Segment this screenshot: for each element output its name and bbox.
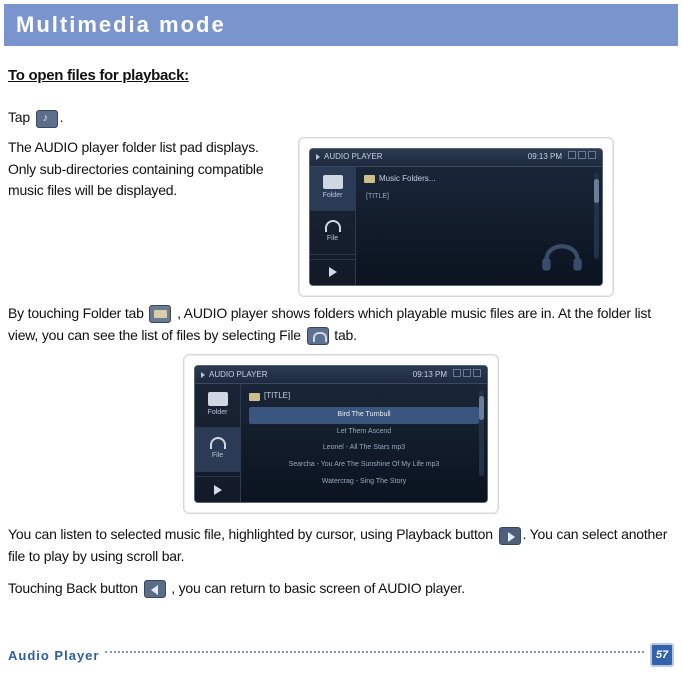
list-item[interactable]: Searcha - You Are The Sunshine Of My Lif… bbox=[249, 457, 479, 474]
folder-tab-pre: By touching Folder tab bbox=[8, 305, 147, 321]
screen-main: [TITLE] Bird The Turnbull Let Them Ascen… bbox=[241, 384, 487, 502]
scroll-thumb[interactable] bbox=[479, 396, 484, 420]
left-tab-column: Folder File bbox=[310, 167, 356, 285]
play-button[interactable] bbox=[195, 476, 240, 502]
folder-icon bbox=[149, 305, 171, 323]
list-item[interactable]: [TITLE] bbox=[364, 189, 594, 206]
play-indicator-icon bbox=[201, 372, 205, 378]
footer-section-label: Audio Player bbox=[8, 648, 99, 663]
play-icon bbox=[329, 267, 337, 277]
scrollbar[interactable] bbox=[594, 173, 599, 259]
list-heading-text: [TITLE] bbox=[264, 390, 290, 402]
section-subheading: To open files for playback: bbox=[8, 64, 674, 87]
tab-folder-label: Folder bbox=[208, 408, 228, 419]
music-icon bbox=[36, 110, 58, 128]
screen-topbar: AUDIO PLAYER 09:13 PM bbox=[195, 366, 487, 384]
tap-line: Tap . bbox=[8, 107, 674, 129]
time-label: 09:13 PM bbox=[413, 369, 447, 381]
content-area: To open files for playback: Tap . The AU… bbox=[0, 46, 682, 599]
folder-small-icon bbox=[364, 175, 375, 183]
list-heading: [TITLE] bbox=[249, 390, 479, 402]
back-paragraph: Touching Back button , you can return to… bbox=[8, 578, 674, 600]
page-title: Multimedia mode bbox=[16, 12, 666, 38]
list-item[interactable]: Watercrag - Sing The Story bbox=[249, 474, 479, 491]
page-number-badge: 57 bbox=[650, 643, 674, 667]
tab-file-label: File bbox=[212, 451, 223, 462]
play-icon bbox=[499, 527, 521, 545]
headphones-icon bbox=[307, 327, 329, 345]
tab-file[interactable]: File bbox=[195, 428, 240, 472]
folder-tab-post: tab. bbox=[334, 327, 357, 343]
list-item[interactable]: Bird The Turnbull bbox=[249, 407, 479, 424]
intro-text: The AUDIO player folder list pad display… bbox=[8, 137, 278, 297]
device-screenshot-2: AUDIO PLAYER 09:13 PM Folder File bbox=[183, 354, 499, 514]
status-icons bbox=[451, 369, 481, 381]
time-label: 09:13 PM bbox=[528, 151, 562, 163]
screen-topbar: AUDIO PLAYER 09:13 PM bbox=[310, 149, 602, 167]
left-tab-column: Folder File bbox=[195, 384, 241, 502]
tab-file-label: File bbox=[327, 234, 338, 245]
back-post: , you can return to basic screen of AUDI… bbox=[168, 580, 465, 596]
folder-tab-paragraph: By touching Folder tab , AUDIO player sh… bbox=[8, 303, 674, 346]
app-label: AUDIO PLAYER bbox=[324, 151, 383, 163]
tab-folder[interactable]: Folder bbox=[310, 167, 355, 211]
play-icon bbox=[214, 485, 222, 495]
screen-main: Music Folders... [TITLE] bbox=[356, 167, 602, 285]
list-item[interactable]: Let Them Ascend bbox=[249, 424, 479, 441]
tab-folder[interactable]: Folder bbox=[195, 384, 240, 428]
headphones-illustration bbox=[536, 227, 588, 279]
tab-folder-label: Folder bbox=[323, 191, 343, 202]
footer-leader-dots bbox=[105, 651, 644, 653]
status-icons bbox=[566, 151, 596, 163]
screenshot-2-wrapper: AUDIO PLAYER 09:13 PM Folder File bbox=[8, 354, 674, 514]
device-screenshot-1: AUDIO PLAYER 09:13 PM Folder File bbox=[298, 137, 614, 297]
list-item[interactable]: Leonel - All The Stars mp3 bbox=[249, 440, 479, 457]
page-footer: Audio Player 57 bbox=[8, 643, 674, 667]
audio-player-screen: AUDIO PLAYER 09:13 PM Folder File bbox=[309, 148, 603, 286]
play-button[interactable] bbox=[310, 259, 355, 285]
tap-post-text: . bbox=[60, 109, 64, 125]
headphones-icon bbox=[210, 437, 226, 449]
folder-icon bbox=[208, 392, 228, 406]
audio-player-screen-2: AUDIO PLAYER 09:13 PM Folder File bbox=[194, 365, 488, 503]
list-heading: Music Folders... bbox=[364, 173, 594, 185]
play-indicator-icon bbox=[316, 154, 320, 160]
listen-paragraph: You can listen to selected music file, h… bbox=[8, 524, 674, 567]
tab-file[interactable]: File bbox=[310, 211, 355, 255]
back-pre: Touching Back button bbox=[8, 580, 142, 596]
list-heading-text: Music Folders... bbox=[379, 173, 435, 185]
tap-pre-text: Tap bbox=[8, 109, 34, 125]
folder-small-icon bbox=[249, 393, 260, 401]
scrollbar[interactable] bbox=[479, 390, 484, 476]
scroll-thumb[interactable] bbox=[594, 179, 599, 203]
app-label: AUDIO PLAYER bbox=[209, 369, 268, 381]
header-bar: Multimedia mode bbox=[4, 4, 678, 46]
folder-icon bbox=[323, 175, 343, 189]
back-icon bbox=[144, 580, 166, 598]
headphones-icon bbox=[325, 220, 341, 232]
listen-pre: You can listen to selected music file, h… bbox=[8, 526, 497, 542]
intro-row: The AUDIO player folder list pad display… bbox=[8, 137, 674, 297]
